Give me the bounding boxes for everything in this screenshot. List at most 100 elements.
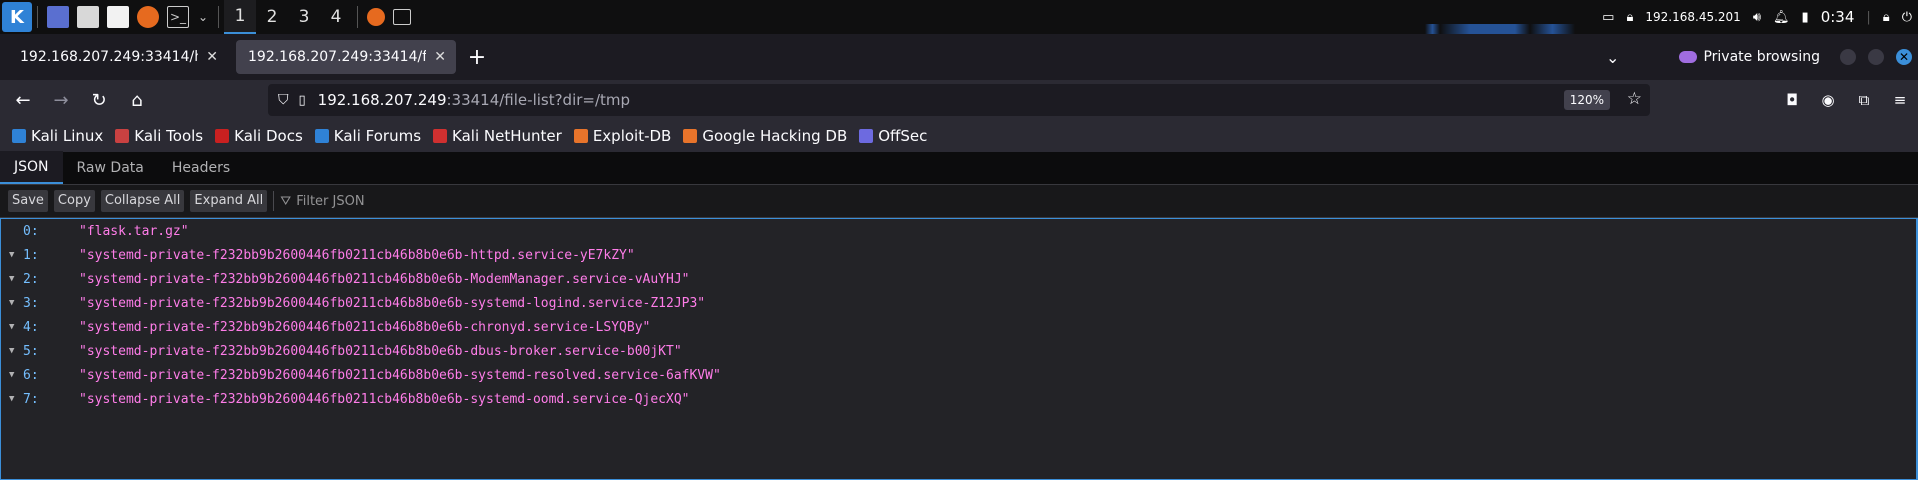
chevron-down-icon[interactable]: ⌄ — [197, 6, 209, 28]
expand-toggle-icon[interactable]: ▼ — [9, 370, 21, 380]
tracking-protection-icon[interactable]: ⛉ — [278, 92, 289, 108]
bookmark-label: Kali Docs — [234, 127, 303, 145]
nethunter-icon — [433, 129, 448, 143]
expand-toggle-icon[interactable]: ▼ — [9, 346, 21, 356]
browser-tab-active[interactable]: 192.168.207.249:33414/fil ✕ — [236, 40, 456, 74]
address-bar[interactable]: ⛉ ▯ 192.168.207.249:33414/file-list?dir=… — [268, 84, 1650, 116]
kali-tools-icon — [115, 129, 130, 143]
minimize-button[interactable] — [1840, 49, 1856, 65]
workspace-1[interactable]: 1 — [224, 0, 256, 34]
json-row[interactable]: ▼ 4: "systemd-private-f232bb9b2600446fb021… — [1, 315, 1916, 339]
json-key: 4: — [23, 319, 39, 335]
expand-all-button[interactable]: Expand All — [190, 190, 268, 212]
terminal-window-icon[interactable] — [393, 9, 411, 25]
close-tab-icon[interactable]: ✕ — [434, 49, 446, 65]
close-tab-icon[interactable]: ✕ — [206, 49, 218, 65]
json-value: "systemd-private-f232bb9b2600446fb0211cb… — [79, 343, 682, 359]
json-row[interactable]: ▼ 2: "systemd-private-f232bb9b2600446fb021… — [1, 267, 1916, 291]
close-window-button[interactable]: ✕ — [1896, 49, 1912, 65]
json-value: "flask.tar.gz" — [79, 223, 189, 239]
taskbar-divider: | — [1866, 9, 1871, 25]
taskbar-divider — [218, 6, 219, 28]
account-icon[interactable]: ◉ — [1810, 91, 1846, 109]
power-icon[interactable]: ⏻ — [1902, 10, 1912, 25]
home-button[interactable]: ⌂ — [122, 85, 152, 115]
exploitdb-icon — [573, 129, 588, 143]
json-row[interactable]: 0: "flask.tar.gz" — [1, 219, 1916, 243]
firefox-window-icon[interactable] — [367, 8, 385, 26]
bookmark-item[interactable]: Exploit-DB — [573, 127, 671, 145]
save-button[interactable]: Save — [8, 190, 48, 212]
workspace-2[interactable]: 2 — [256, 0, 288, 34]
bookmark-label: Kali Forums — [333, 127, 422, 145]
json-row[interactable]: ▼ 1: "systemd-private-f232bb9b2600446fb021… — [1, 243, 1916, 267]
json-row[interactable]: ▼ 6: "systemd-private-f232bb9b2600446fb021… — [1, 363, 1916, 387]
pocket-icon[interactable]: ◘ — [1774, 91, 1810, 109]
display-icon[interactable]: ▭ — [1602, 10, 1614, 25]
copy-button[interactable]: Copy — [53, 190, 95, 212]
maximize-button[interactable] — [1868, 49, 1884, 65]
file-manager-icon[interactable] — [77, 6, 99, 28]
volume-icon[interactable]: 🔊︎ — [1753, 10, 1761, 25]
bookmark-item[interactable]: Kali Tools — [115, 127, 203, 145]
expand-toggle-icon[interactable]: ▼ — [9, 250, 21, 260]
tab-raw-data[interactable]: Raw Data — [63, 151, 158, 184]
workspace-4[interactable]: 4 — [320, 0, 352, 34]
bookmark-label: Kali Tools — [134, 127, 204, 145]
reload-button[interactable]: ↻ — [84, 85, 114, 115]
json-toolbar: Save Copy Collapse All Expand All ⛛ Filt… — [0, 185, 1918, 218]
tab-json[interactable]: JSON — [0, 151, 63, 184]
text-editor-icon[interactable] — [107, 6, 129, 28]
bookmark-item[interactable]: Kali Linux — [12, 127, 103, 145]
json-value: "systemd-private-f232bb9b2600446fb0211cb… — [79, 367, 721, 383]
url-path: :33414/file-list?dir=/tmp — [446, 91, 631, 109]
bookmark-item[interactable]: Google Hacking DB — [683, 127, 847, 145]
page-info-icon[interactable]: ▯ — [299, 93, 306, 108]
clock[interactable]: 0:34 — [1821, 8, 1855, 26]
menu-icon[interactable]: ≡ — [1882, 91, 1918, 109]
battery-icon[interactable]: ▮ — [1802, 10, 1809, 25]
json-value: "systemd-private-f232bb9b2600446fb0211cb… — [79, 391, 690, 407]
url-text[interactable]: 192.168.207.249:33414/file-list?dir=/tmp — [318, 91, 630, 109]
json-value: "systemd-private-f232bb9b2600446fb0211cb… — [79, 295, 706, 311]
terminal-icon[interactable]: >_ — [167, 6, 189, 28]
bookmark-item[interactable]: Kali NetHunter — [433, 127, 562, 145]
json-value: "systemd-private-f232bb9b2600446fb0211cb… — [79, 319, 651, 335]
network-lock-icon[interactable]: 🔒︎ — [1626, 10, 1633, 25]
bookmark-star-icon[interactable]: ☆ — [1627, 89, 1642, 109]
new-tab-button[interactable]: + — [460, 40, 494, 74]
lock-screen-icon[interactable]: 🔒︎ — [1883, 10, 1890, 25]
tab-title: 192.168.207.249:33414/h — [20, 49, 198, 65]
json-row[interactable]: ▼ 3: "systemd-private-f232bb9b2600446fb021… — [1, 291, 1916, 315]
private-browsing-indicator: Private browsing — [1679, 49, 1820, 65]
url-host: 192.168.207.249 — [317, 91, 447, 109]
filter-json-input[interactable]: ⛛ Filter JSON — [280, 194, 364, 209]
expand-toggle-icon[interactable]: ▼ — [9, 298, 21, 308]
json-row[interactable]: ▼ 7: "systemd-private-f232bb9b2600446fb021… — [1, 387, 1916, 411]
collapse-all-button[interactable]: Collapse All — [100, 190, 185, 212]
workspace-3[interactable]: 3 — [288, 0, 320, 34]
browser-tab[interactable]: 192.168.207.249:33414/h ✕ — [8, 40, 228, 74]
json-row[interactable]: ▼ 5: "systemd-private-f232bb9b2600446fb021… — [1, 339, 1916, 363]
system-taskbar: K >_ ⌄ 1 2 3 4 ▭ 🔒︎ 192.168.45.201 🔊︎ 🔔︎… — [0, 0, 1918, 34]
list-all-tabs-icon[interactable]: ⌄ — [1606, 48, 1619, 67]
bookmark-item[interactable]: Kali Docs — [215, 127, 303, 145]
expand-toggle-icon[interactable]: ▼ — [9, 274, 21, 284]
ghdb-icon — [683, 129, 698, 143]
forward-button[interactable]: → — [46, 85, 76, 115]
back-button[interactable]: ← — [8, 85, 38, 115]
tab-headers[interactable]: Headers — [158, 151, 244, 184]
desktop-icon[interactable] — [47, 6, 69, 28]
bookmark-item[interactable]: OffSec — [859, 127, 927, 145]
expand-toggle-icon[interactable]: ▼ — [9, 394, 21, 404]
expand-toggle-icon[interactable]: ▼ — [9, 322, 21, 332]
extensions-icon[interactable]: ⧉ — [1846, 91, 1882, 109]
firefox-icon[interactable] — [137, 6, 159, 28]
kali-menu-icon[interactable]: K — [2, 2, 32, 32]
filter-icon: ⛛ — [280, 193, 292, 209]
json-key: 5: — [23, 343, 39, 359]
notification-bell-icon[interactable]: 🔔︎ — [1773, 10, 1790, 25]
bookmark-item[interactable]: Kali Forums — [314, 127, 422, 145]
kali-forums-icon — [314, 129, 329, 143]
zoom-level-button[interactable]: 120% — [1563, 90, 1610, 110]
